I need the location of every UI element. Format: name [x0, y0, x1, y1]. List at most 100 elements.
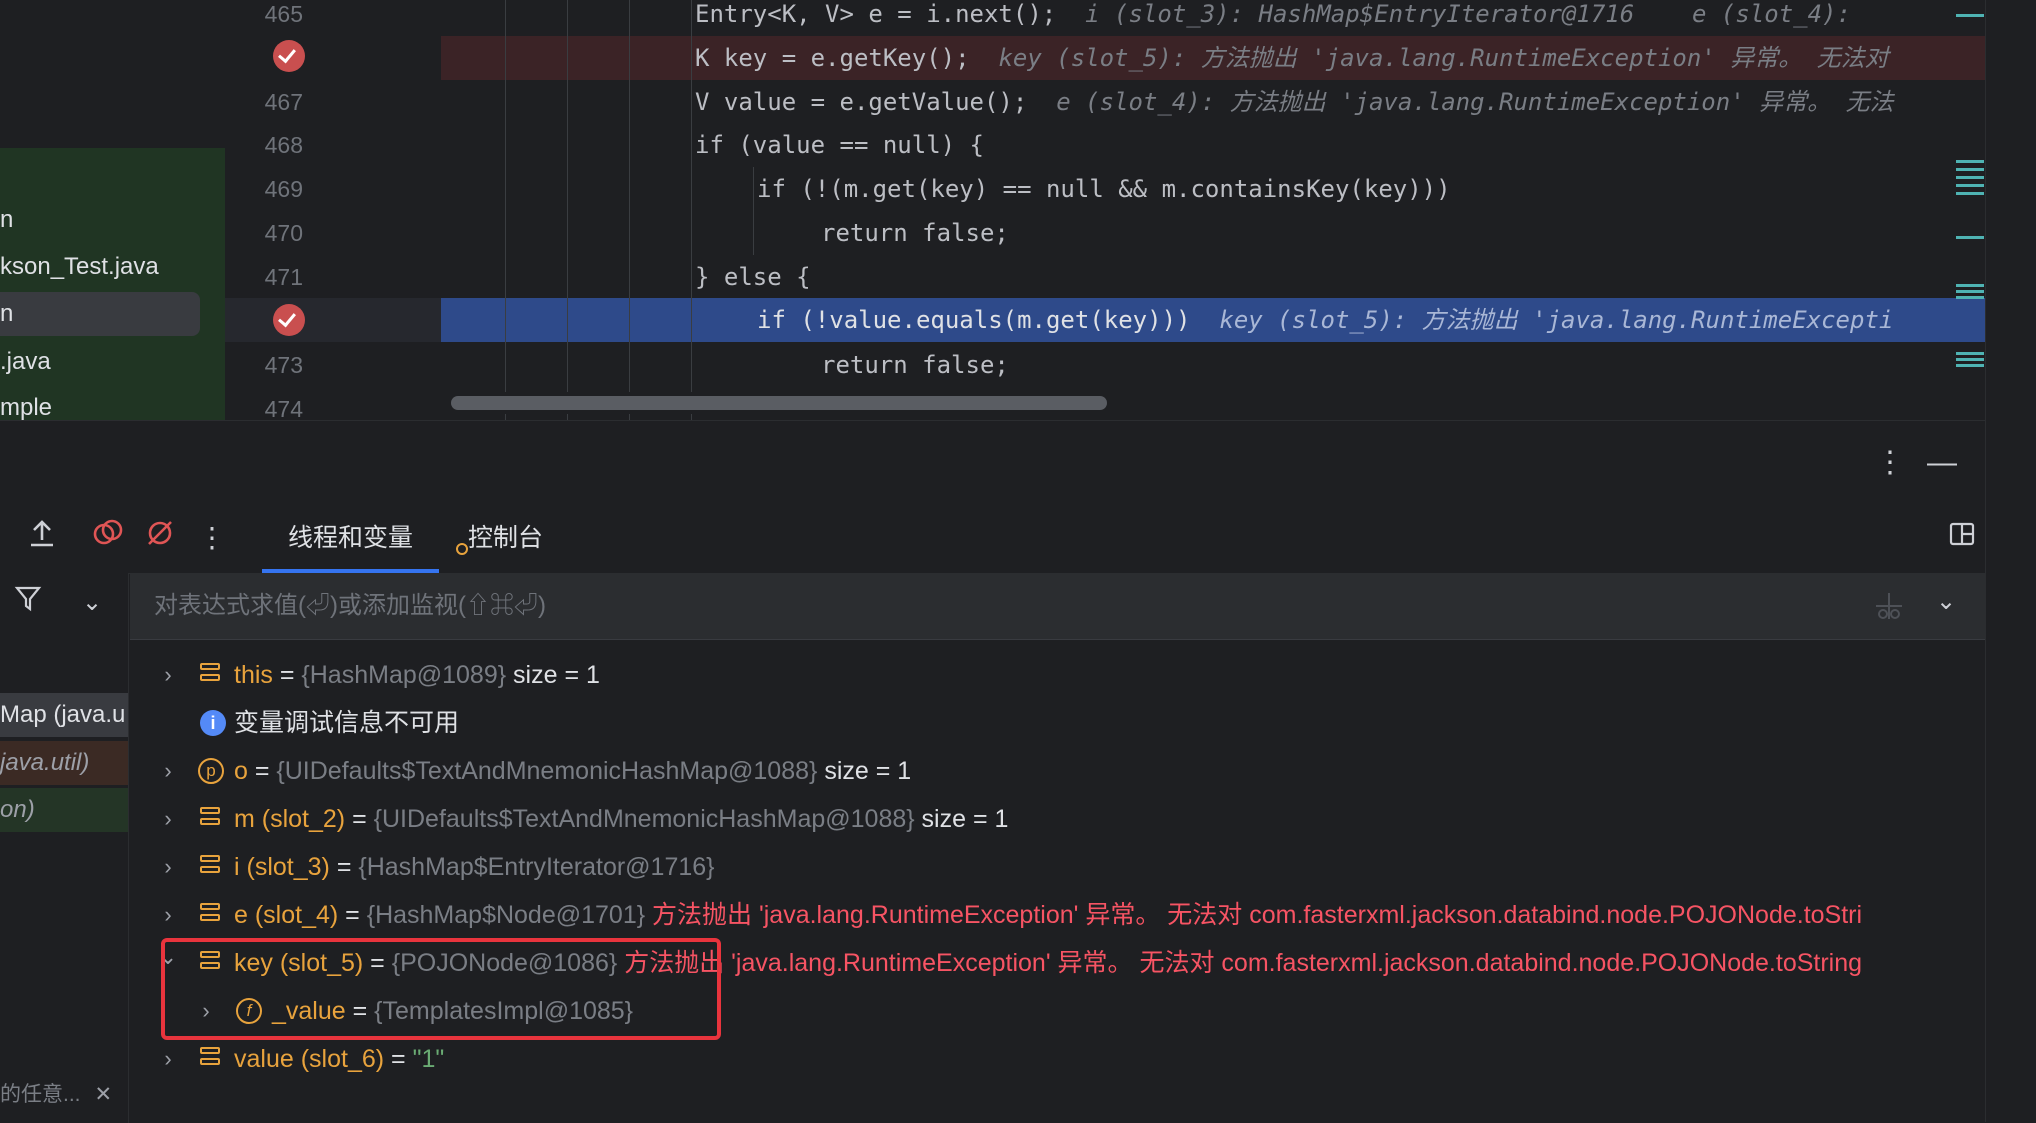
indent-guide [629, 0, 630, 420]
inline-hint: key (slot_5): 方法抛出 'java.lang.RuntimeExc… [969, 44, 1889, 72]
variable-error: 方法抛出 'java.lang.RuntimeException' 异常。 无法… [617, 949, 1863, 977]
variable-row[interactable]: › this = {HashMap@1089} size = 1 [130, 651, 1985, 699]
scroll-marker [1956, 160, 1984, 200]
variable-row-child[interactable]: › f _value = {TemplatesImpl@1085} [130, 987, 1985, 1035]
variable-info-row: i 变量调试信息不可用 [130, 699, 1985, 747]
project-item[interactable]: mple [0, 386, 200, 420]
expand-arrow-icon[interactable]: › [156, 795, 180, 843]
variable-name: this [234, 661, 273, 689]
field-icon [200, 951, 220, 975]
variable-row[interactable]: › value (slot_6) = "1" [130, 1035, 1985, 1083]
code-line-breakpoint: K key = e.getKey(); key (slot_5): 方法抛出 '… [441, 36, 1985, 80]
project-item-file[interactable]: kson_Test.java [0, 245, 200, 289]
debug-toolbar: ⋮ 线程和变量 控制台 [0, 503, 1985, 574]
field-icon [200, 903, 220, 927]
more-options-icon[interactable]: ⋮ [1870, 443, 1910, 483]
info-icon: i [200, 710, 226, 736]
variable-row[interactable]: › i (slot_3) = {HashMap$EntryIterator@17… [130, 843, 1985, 891]
variable-type: {UIDefaults$TextAndMnemonicHashMap@1088} [373, 805, 915, 833]
tab-threads-variables[interactable]: 线程和变量 [262, 503, 440, 573]
right-tool-strip [1985, 0, 2036, 1122]
field-icon [200, 1047, 220, 1071]
add-watch-icon[interactable] [1872, 589, 1906, 623]
code-text: K key = e.getKey(); [695, 44, 970, 72]
view-breakpoints-icon[interactable] [88, 518, 128, 558]
variable-type: {POJONode@1086} [391, 949, 618, 977]
variable-row[interactable]: › p o = {UIDefaults$TextAndMnemonicHashM… [130, 747, 1985, 795]
final-field-icon: f [236, 998, 262, 1024]
more-actions-icon[interactable]: ⋮ [192, 518, 232, 558]
variable-type: {HashMap$Node@1701} [366, 901, 646, 929]
line-number: 467 [264, 89, 303, 115]
info-message: 变量调试信息不可用 [234, 709, 460, 737]
code-line-473: return false; [441, 343, 1985, 387]
code-text: if (value == null) { [695, 131, 984, 159]
expand-arrow-icon[interactable]: › [156, 747, 180, 795]
code-line-468: if (value == null) { [441, 123, 1985, 167]
variable-type: {HashMap@1089} [301, 661, 507, 689]
scroll-marker [1956, 352, 1984, 370]
variables-tree: › this = {HashMap@1089} size = 1 i 变量调试信… [130, 639, 1985, 1123]
project-item-java[interactable]: .java [0, 340, 200, 384]
editor-gutter[interactable]: 465 467 468 469 470 471 473 474 [225, 0, 441, 422]
project-item[interactable]: n [0, 198, 200, 242]
expand-arrow-icon[interactable]: › [156, 651, 180, 699]
code-line-465: Entry<K, V> e = i.next(); i (slot_3): Ha… [441, 0, 1985, 36]
variable-name: value (slot_6) [234, 1045, 385, 1073]
field-icon [200, 807, 220, 831]
tab-console[interactable]: 控制台 [468, 503, 543, 573]
current-line-gutter [225, 298, 441, 342]
code-text: V value = e.getValue(); [695, 88, 1028, 116]
chevron-down-icon[interactable]: ⌄ [72, 583, 112, 623]
evaluate-expression-bar[interactable]: ⌄ [130, 573, 1985, 640]
chevron-down-icon[interactable]: ⌄ [1936, 587, 1956, 616]
variable-name: m (slot_2) [234, 805, 346, 833]
breakpoint-icon[interactable] [273, 304, 305, 336]
close-icon[interactable]: ✕ [95, 1083, 113, 1106]
code-line-470: return false; [441, 211, 1985, 255]
code-text: return false; [821, 219, 1009, 247]
variable-type: {UIDefaults$TextAndMnemonicHashMap@1088} [276, 757, 818, 785]
code-editor[interactable]: Entry<K, V> e = i.next(); i (slot_3): Ha… [441, 0, 1985, 420]
mute-breakpoints-icon[interactable] [140, 518, 180, 558]
frame-item[interactable]: java.util) [0, 741, 128, 785]
layout-icon[interactable] [1942, 518, 1982, 558]
expand-arrow-icon[interactable]: › [194, 987, 218, 1035]
code-text: if (!value.equals(m.get(key))) [757, 306, 1191, 334]
variable-value: "1" [412, 1045, 445, 1073]
minimize-icon[interactable]: — [1922, 443, 1962, 483]
frame-item[interactable]: Map (java.u [0, 693, 128, 737]
line-number: 470 [264, 220, 303, 246]
code-text: Entry<K, V> e = i.next(); [695, 0, 1057, 28]
step-out-icon[interactable] [22, 518, 62, 558]
variable-row[interactable]: › e (slot_4) = {HashMap$Node@1701} 方法抛出 … [130, 891, 1985, 939]
variable-type: {TemplatesImpl@1085} [374, 997, 634, 1025]
variable-size: size = 1 [506, 661, 600, 689]
variable-name: i (slot_3) [234, 853, 330, 881]
variable-type: {HashMap$EntryIterator@1716} [358, 853, 715, 881]
line-number: 468 [264, 132, 303, 158]
code-line-469: if (!(m.get(key) == null && m.containsKe… [441, 167, 1985, 211]
inline-hint: e (slot_4): 方法抛出 'java.lang.RuntimeExcep… [1027, 88, 1894, 116]
scroll-marker [1956, 14, 1984, 17]
expand-arrow-icon[interactable]: › [156, 1035, 180, 1083]
filter-icon[interactable] [8, 583, 48, 623]
horizontal-scrollbar[interactable] [441, 392, 1985, 414]
code-text: if (!(m.get(key) == null && m.containsKe… [757, 175, 1451, 203]
inline-hint: i (slot_3): HashMap$EntryIterator@1716 e… [1056, 0, 1866, 28]
scroll-marker [1956, 284, 1984, 302]
variable-name: o [234, 757, 248, 785]
expand-arrow-icon[interactable]: › [156, 843, 180, 891]
frame-item[interactable]: on) [0, 788, 128, 832]
expand-arrow-icon[interactable]: › [156, 891, 180, 939]
project-item-selected[interactable]: n [0, 292, 200, 336]
variable-row[interactable]: › m (slot_2) = {UIDefaults$TextAndMnemon… [130, 795, 1985, 843]
code-line-467: V value = e.getValue(); e (slot_4): 方法抛出… [441, 80, 1985, 124]
evaluate-expression-input[interactable] [152, 585, 1856, 627]
variable-row-expanded[interactable]: ⌄ key (slot_5) = {POJONode@1086} 方法抛出 'j… [130, 939, 1985, 987]
breakpoint-icon[interactable] [273, 40, 305, 72]
scrollbar-thumb[interactable] [451, 396, 1107, 410]
collapse-arrow-icon[interactable]: ⌄ [156, 933, 180, 981]
indent-guide [691, 0, 692, 420]
indent-guide [753, 167, 754, 255]
